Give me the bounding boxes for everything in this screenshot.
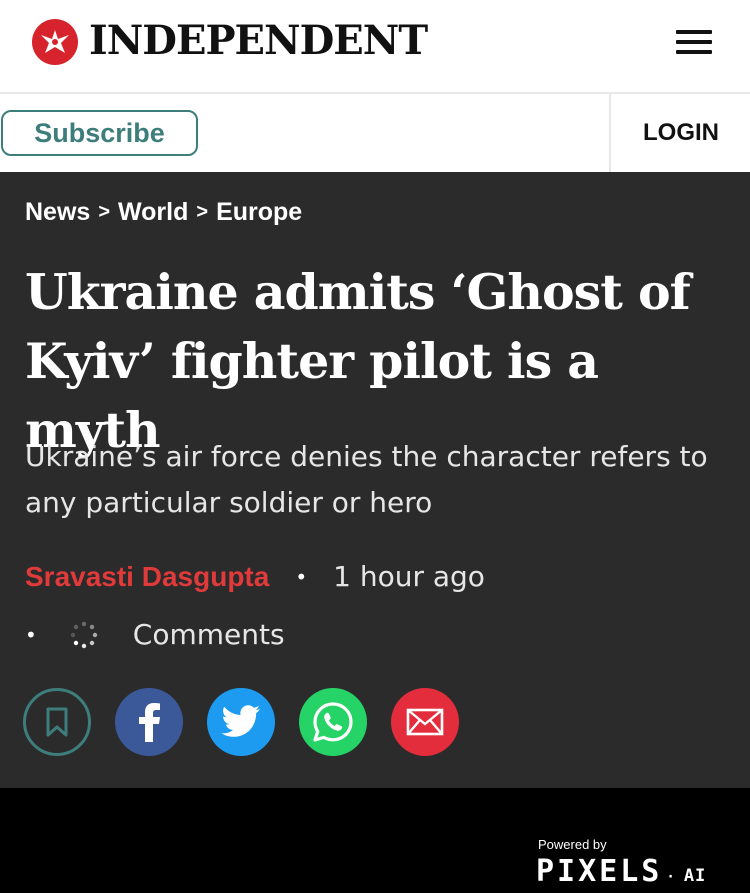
- brand-name: PIXELS: [536, 854, 663, 889]
- brand-dot: ·: [666, 869, 678, 885]
- twitter-share-button[interactable]: [207, 688, 275, 756]
- separator-dot: •: [295, 564, 308, 589]
- breadcrumb-separator: >: [98, 201, 110, 223]
- breadcrumb: News > World > Europe: [25, 198, 302, 227]
- hamburger-menu-icon[interactable]: [672, 26, 716, 58]
- pixels-ai-logo[interactable]: PIXELS · AI: [536, 854, 706, 889]
- whatsapp-share-button[interactable]: [299, 688, 367, 756]
- video-player-footer: Powered by PIXELS · AI: [0, 788, 750, 893]
- whatsapp-icon: [313, 702, 353, 742]
- facebook-icon: [139, 703, 160, 742]
- menu-line: [676, 30, 712, 34]
- breadcrumb-separator: >: [196, 201, 209, 223]
- article-header: News > World > Europe Ukraine admits ‘Gh…: [0, 172, 750, 788]
- eagle-icon[interactable]: [32, 19, 78, 65]
- account-bar: Subscribe LOGIN: [0, 94, 750, 172]
- bookmark-icon: [46, 707, 68, 737]
- timestamp: 1 hour ago: [333, 560, 485, 593]
- divider: [609, 94, 611, 172]
- site-header: INDEPENDENT: [0, 0, 750, 94]
- share-bar: [23, 688, 459, 756]
- twitter-icon: [221, 705, 260, 737]
- breadcrumb-news[interactable]: News: [25, 198, 90, 227]
- login-button[interactable]: LOGIN: [612, 94, 750, 172]
- site-logo[interactable]: INDEPENDENT: [89, 18, 428, 64]
- bookmark-button[interactable]: [23, 688, 91, 756]
- menu-line: [676, 40, 712, 44]
- separator-dot: •: [25, 622, 37, 647]
- breadcrumb-world[interactable]: World: [118, 198, 188, 227]
- breadcrumb-europe[interactable]: Europe: [216, 198, 302, 227]
- email-share-button[interactable]: [391, 688, 459, 756]
- menu-line: [676, 50, 712, 54]
- powered-by-label: Powered by: [538, 837, 607, 852]
- brand-suffix: AI: [683, 866, 707, 886]
- email-icon: [406, 708, 444, 736]
- article-standfirst: Ukraine’s air force denies the character…: [25, 440, 708, 519]
- comments-row: • Comments: [25, 618, 285, 651]
- comments-link[interactable]: Comments: [133, 618, 285, 651]
- loading-spinner-icon: [70, 621, 97, 648]
- author-link[interactable]: Sravasti Dasgupta: [25, 561, 269, 593]
- facebook-share-button[interactable]: [115, 688, 183, 756]
- byline: Sravasti Dasgupta • 1 hour ago: [25, 560, 485, 593]
- subscribe-button[interactable]: Subscribe: [1, 110, 198, 156]
